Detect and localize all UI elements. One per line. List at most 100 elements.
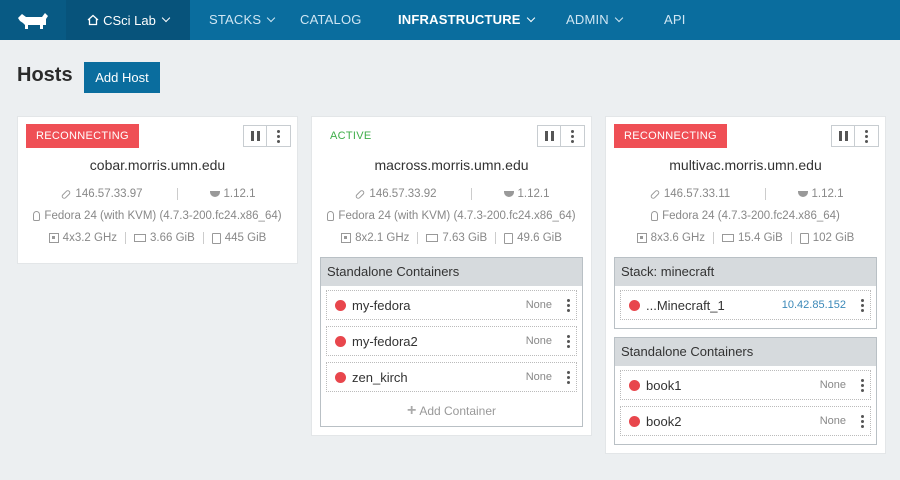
group-title: Standalone Containers <box>321 258 582 286</box>
chevron-down-icon <box>526 13 535 23</box>
storage-icon <box>799 232 809 244</box>
docker-version: 1.12.1 <box>223 188 256 200</box>
top-nav: CSci Lab STACKS CATALOG INFRASTRUCTURE A… <box>0 0 900 40</box>
linux-icon <box>327 211 335 221</box>
host-state-badge: RECONNECTING <box>26 124 139 148</box>
standalone-containers-group: Standalone Containers book1 None book2 N… <box>614 337 877 445</box>
docker-icon <box>209 191 220 197</box>
docker-version: 1.12.1 <box>811 188 844 200</box>
link-icon <box>61 188 72 200</box>
add-container-label: Add Container <box>419 404 497 418</box>
host-cpu: 8x3.6 GHz <box>650 232 705 244</box>
container-status-icon <box>335 335 346 347</box>
nav-admin[interactable]: ADMIN <box>566 0 624 40</box>
host-cpu: 8x2.1 GHz <box>355 232 410 244</box>
nav-api[interactable]: API <box>664 0 686 40</box>
host-ip: 146.57.33.97 <box>75 188 143 200</box>
host-state-badge: ACTIVE <box>330 130 372 142</box>
group-title: Standalone Containers <box>615 338 876 366</box>
nav-infrastructure-label: INFRASTRUCTURE <box>398 12 521 27</box>
pause-button[interactable] <box>243 125 267 147</box>
container-row[interactable]: zen_kirch None <box>326 362 577 392</box>
container-row[interactable]: book1 None <box>620 370 871 400</box>
link-icon <box>355 188 366 200</box>
host-cpu: 4x3.2 GHz <box>62 232 117 244</box>
host-storage: 102 GiB <box>812 232 855 244</box>
nav-admin-label: ADMIN <box>566 12 609 27</box>
memory-icon <box>426 234 439 242</box>
chevron-down-icon <box>614 13 624 23</box>
container-status-icon <box>335 299 346 311</box>
nav-infrastructure[interactable]: INFRASTRUCTURE <box>398 0 535 40</box>
rancher-logo-icon[interactable] <box>0 0 66 40</box>
plus-icon: + <box>406 402 417 419</box>
container-name[interactable]: book1 <box>646 378 681 393</box>
host-ip: 146.57.33.92 <box>369 188 437 200</box>
host-menu-button[interactable] <box>855 125 879 147</box>
pause-button[interactable] <box>537 125 561 147</box>
container-status-icon <box>629 299 640 311</box>
nav-catalog[interactable]: CATALOG <box>300 0 362 40</box>
home-icon <box>87 14 99 26</box>
container-port: None <box>819 379 846 391</box>
host-menu-button[interactable] <box>561 125 585 147</box>
pause-icon <box>544 131 554 141</box>
more-vertical-icon[interactable] <box>861 379 864 394</box>
host-os: Fedora 24 (with KVM) (4.7.3-200.fc24.x86… <box>44 210 282 222</box>
memory-icon <box>722 234 734 242</box>
more-vertical-icon <box>277 129 280 143</box>
pause-icon <box>838 131 848 141</box>
host-storage: 49.6 GiB <box>517 232 562 244</box>
nav-stacks[interactable]: STACKS <box>209 0 276 40</box>
linux-icon <box>651 211 659 221</box>
page-title: Hosts <box>17 64 73 86</box>
host-os: Fedora 24 (4.7.3-200.fc24.x86_64) <box>662 210 840 222</box>
docker-version: 1.12.1 <box>517 188 550 200</box>
link-icon <box>649 188 661 200</box>
container-port: None <box>525 371 552 383</box>
container-name[interactable]: my-fedora2 <box>352 334 418 349</box>
add-host-button[interactable]: Add Host <box>84 62 160 93</box>
host-ip: 146.57.33.11 <box>663 188 731 200</box>
docker-icon <box>797 191 808 197</box>
container-port: None <box>525 299 552 311</box>
more-vertical-icon[interactable] <box>567 371 570 386</box>
host-memory: 3.66 GiB <box>150 232 195 244</box>
group-title[interactable]: Stack: minecraft <box>615 258 876 286</box>
more-vertical-icon[interactable] <box>861 415 864 430</box>
more-vertical-icon[interactable] <box>567 299 570 314</box>
container-ip: 10.42.85.152 <box>781 299 846 311</box>
host-state-badge: RECONNECTING <box>614 124 727 148</box>
container-row[interactable]: book2 None <box>620 406 871 436</box>
container-name[interactable]: ...Minecraft_1 <box>646 298 725 313</box>
container-name[interactable]: book2 <box>646 414 681 429</box>
host-name[interactable]: cobar.morris.umn.edu <box>18 157 297 177</box>
environment-switcher[interactable]: CSci Lab <box>66 0 190 40</box>
standalone-containers-group: Standalone Containers my-fedora None my-… <box>320 257 583 427</box>
host-memory: 15.4 GiB <box>738 232 783 244</box>
pause-button[interactable] <box>831 125 855 147</box>
host-menu-button[interactable] <box>267 125 291 147</box>
container-port: None <box>525 335 552 347</box>
container-name[interactable]: zen_kirch <box>352 370 408 385</box>
container-row[interactable]: ...Minecraft_1 10.42.85.152 <box>620 290 871 320</box>
host-name[interactable]: macross.morris.umn.edu <box>312 157 591 177</box>
container-status-icon <box>629 379 640 391</box>
container-status-icon <box>335 371 346 383</box>
more-vertical-icon[interactable] <box>567 335 570 350</box>
container-row[interactable]: my-fedora None <box>326 290 577 320</box>
host-name[interactable]: multivac.morris.umn.edu <box>606 157 885 177</box>
container-name[interactable]: my-fedora <box>352 298 411 313</box>
container-status-icon <box>629 415 640 427</box>
cpu-icon <box>48 233 59 243</box>
nav-catalog-label: CATALOG <box>300 12 362 27</box>
cpu-icon <box>341 233 352 243</box>
environment-label: CSci Lab <box>103 12 156 28</box>
container-row[interactable]: my-fedora2 None <box>326 326 577 356</box>
pause-icon <box>250 131 260 141</box>
add-container-button[interactable]: + Add Container <box>326 398 577 424</box>
linux-icon <box>33 211 41 221</box>
more-vertical-icon[interactable] <box>861 299 864 314</box>
container-port: None <box>819 415 846 427</box>
storage-icon <box>504 232 514 244</box>
